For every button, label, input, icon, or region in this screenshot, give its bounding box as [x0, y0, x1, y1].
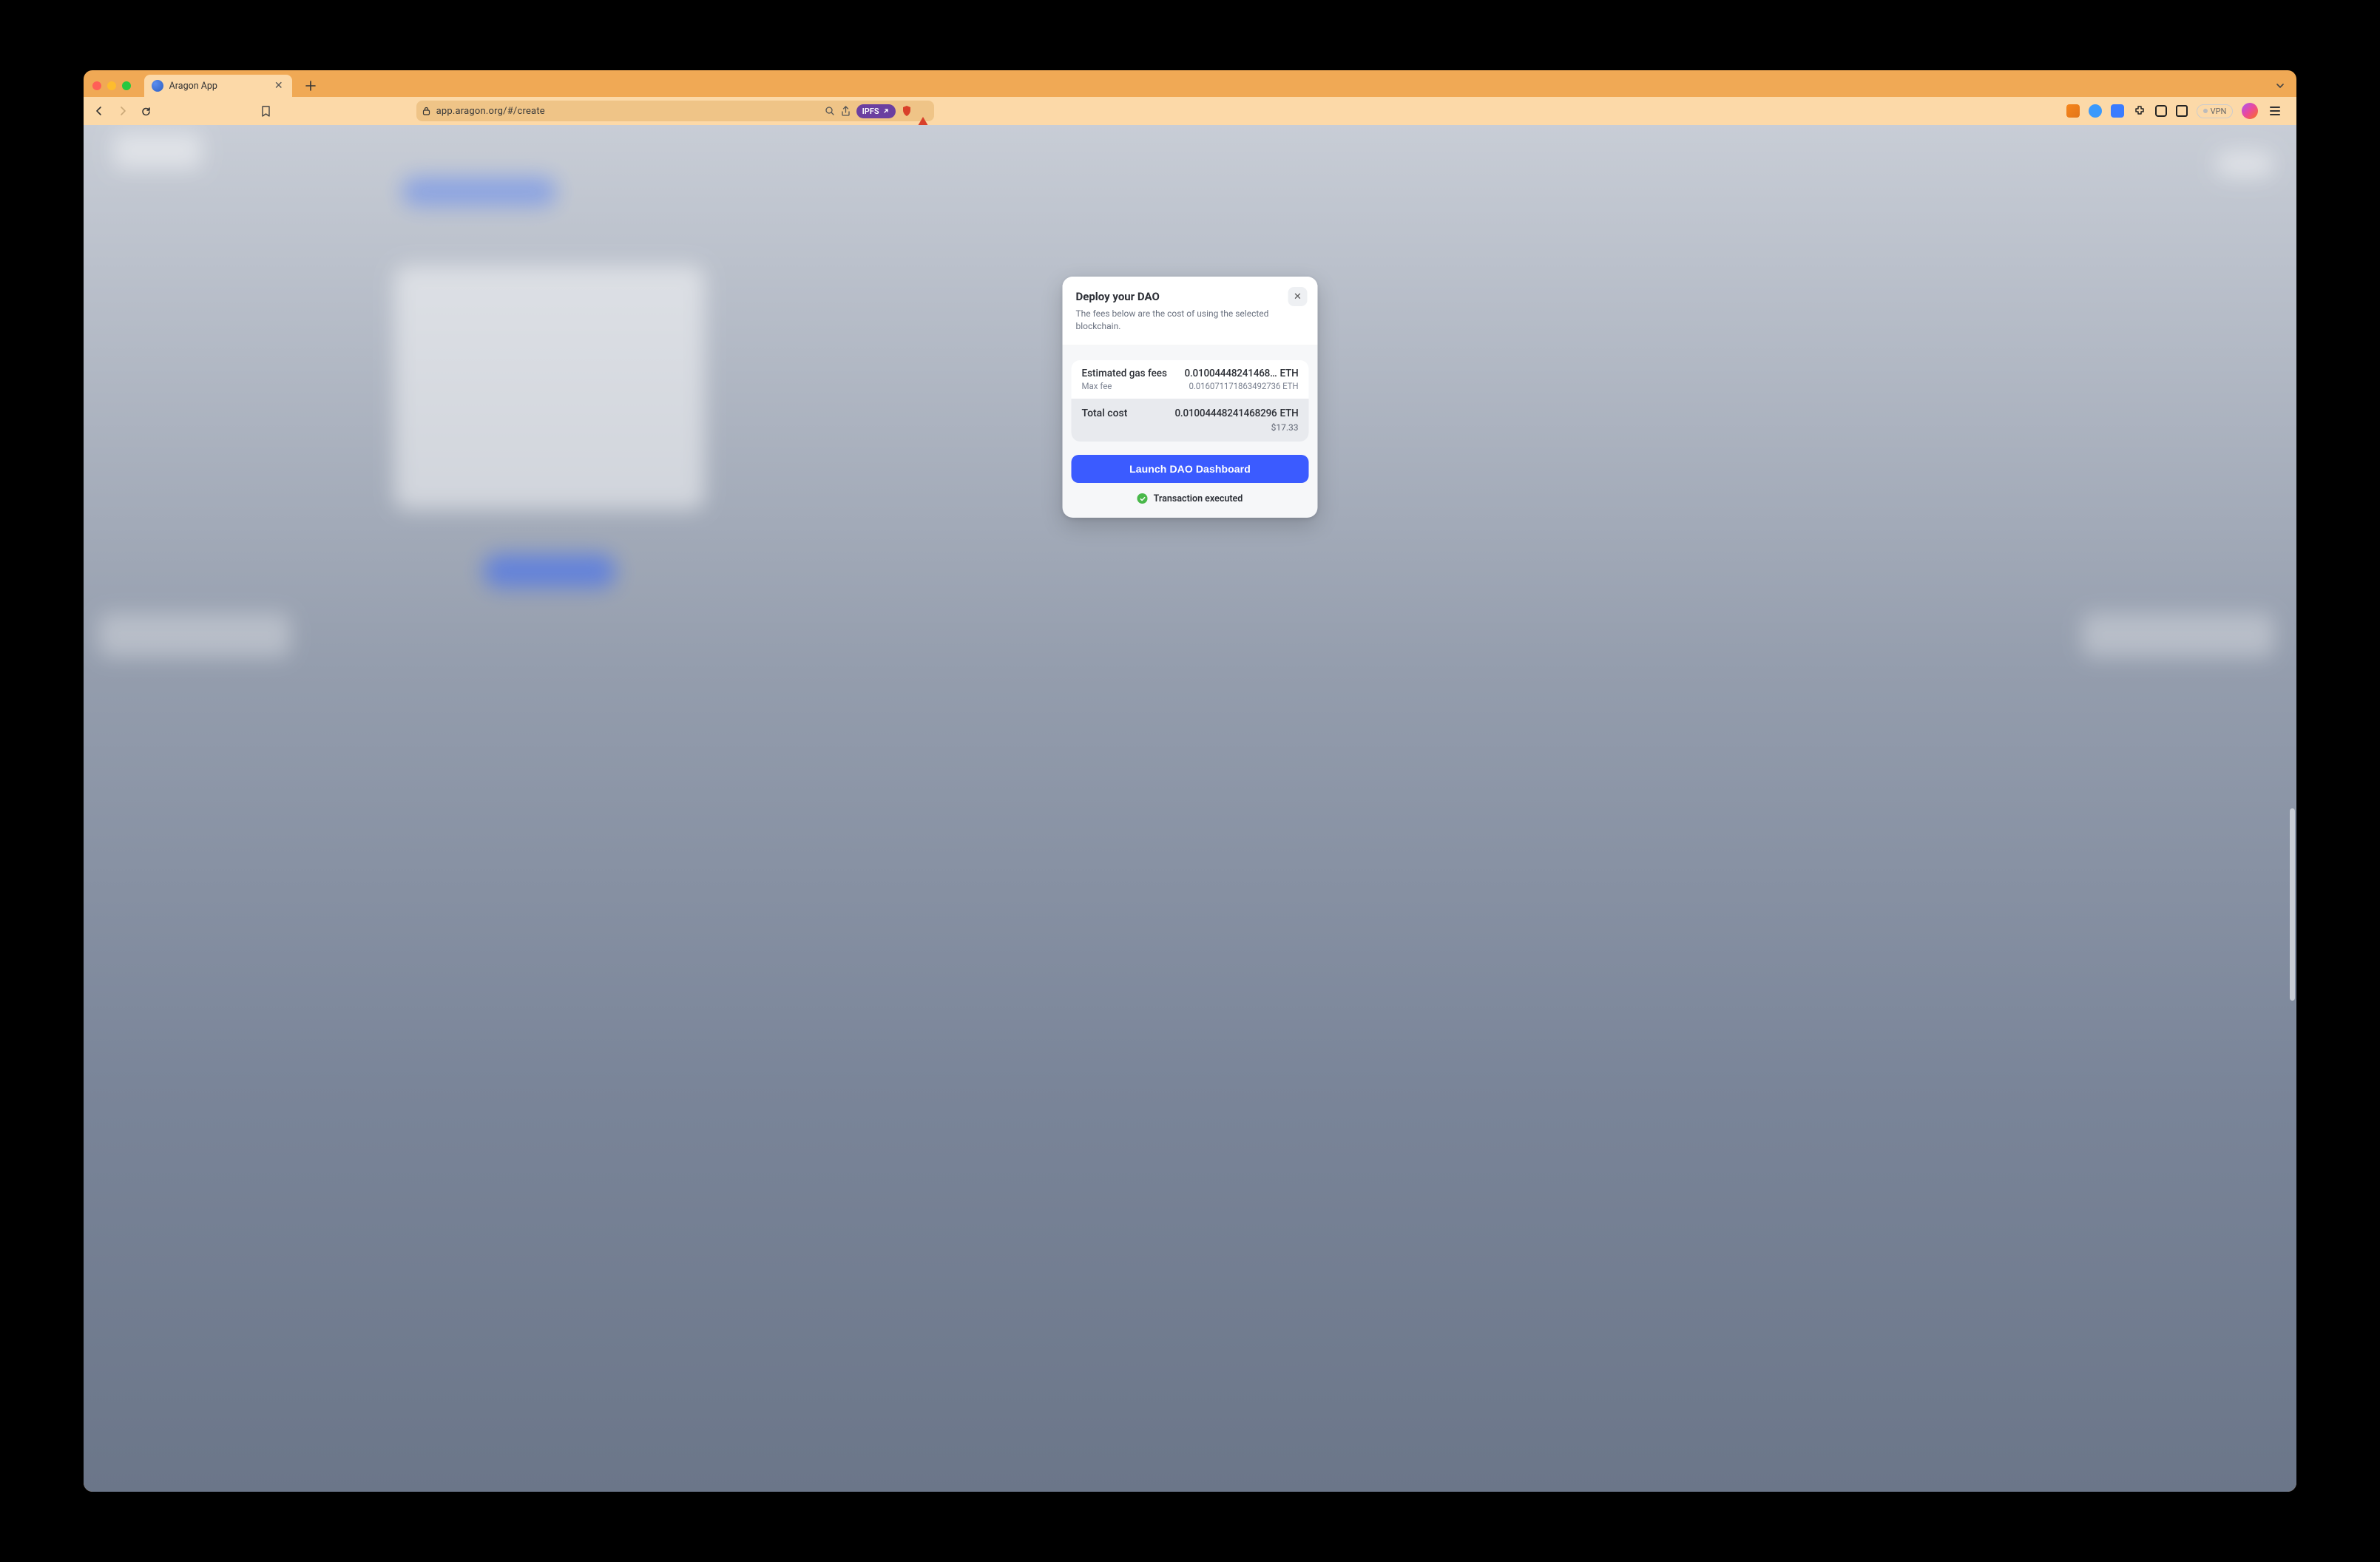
maximize-window-icon[interactable] [122, 81, 131, 90]
gas-currency: ETH [1280, 368, 1299, 379]
success-check-icon [1137, 493, 1148, 504]
sidebar-toggle-icon[interactable] [2155, 105, 2167, 117]
bookmark-icon[interactable] [258, 103, 274, 119]
total-currency: ETH [1280, 408, 1299, 419]
gas-value: 0.01004448241468… ETH [1185, 368, 1299, 379]
transaction-status: Transaction executed [1071, 493, 1308, 504]
close-window-icon[interactable] [92, 81, 101, 90]
extensions-menu-icon[interactable] [2133, 104, 2146, 118]
page-viewport: Deploy your DAO The fees below are the c… [84, 125, 2297, 1492]
modal-header: Deploy your DAO The fees below are the c… [1062, 277, 1317, 345]
tab-bar: Aragon App ✕ [84, 70, 2297, 97]
browser-window: Aragon App ✕ app.aragon.org/#/create [84, 70, 2297, 1492]
new-tab-button[interactable] [301, 76, 320, 95]
close-icon: ✕ [1294, 291, 1302, 302]
deploy-dao-modal: Deploy your DAO The fees below are the c… [1062, 277, 1317, 518]
browser-tab[interactable]: Aragon App ✕ [144, 75, 292, 97]
tab-list-chevron-icon[interactable] [2271, 77, 2289, 95]
modal-body: Estimated gas fees 0.01004448241468… ETH… [1062, 345, 1317, 518]
forward-button[interactable] [115, 103, 131, 119]
fees-card: Estimated gas fees 0.01004448241468… ETH… [1071, 360, 1308, 442]
browser-toolbar: app.aragon.org/#/create IPFS [84, 97, 2297, 125]
window-controls [92, 81, 131, 90]
total-cost-row: Total cost 0.01004448241468296 ETH $17.3… [1071, 399, 1308, 442]
modal-close-button[interactable]: ✕ [1288, 287, 1307, 306]
total-label: Total cost [1081, 408, 1127, 419]
extension-blue-icon[interactable] [2111, 104, 2124, 118]
launch-dashboard-button[interactable]: Launch DAO Dashboard [1071, 455, 1308, 483]
lock-icon [422, 106, 430, 115]
status-text: Transaction executed [1154, 493, 1243, 504]
total-amount: 0.01004448241468296 [1174, 408, 1277, 419]
max-fee-currency: ETH [1282, 381, 1298, 391]
brave-icon[interactable] [918, 106, 928, 117]
url-bar[interactable]: app.aragon.org/#/create IPFS [416, 101, 934, 121]
reload-button[interactable] [138, 103, 155, 119]
extension-metamask-icon[interactable] [2066, 104, 2080, 118]
vpn-badge[interactable]: VPN [2197, 104, 2234, 118]
pip-icon[interactable] [2176, 105, 2188, 117]
max-fee-label: Max fee [1081, 381, 1112, 391]
tab-close-icon[interactable]: ✕ [273, 80, 285, 92]
profile-avatar[interactable] [2242, 103, 2258, 119]
tab-favicon-icon [152, 80, 163, 92]
minimize-window-icon[interactable] [107, 81, 116, 90]
total-value: 0.01004448241468296 ETH [1174, 408, 1298, 419]
url-text: app.aragon.org/#/create [436, 106, 819, 117]
vpn-label: VPN [2211, 106, 2227, 116]
zoom-icon[interactable] [825, 106, 835, 116]
gas-amount: 0.01004448241468… [1185, 368, 1277, 379]
max-fee-value: 0.016071171863492736 ETH [1189, 381, 1298, 391]
modal-title: Deploy your DAO [1075, 290, 1304, 303]
scrollbar[interactable] [2290, 808, 2295, 1001]
main-menu-icon[interactable] [2267, 104, 2283, 118]
back-button[interactable] [91, 103, 107, 119]
gas-label: Estimated gas fees [1081, 368, 1167, 379]
shield-icon[interactable] [902, 105, 912, 117]
max-fee-amount: 0.016071171863492736 [1189, 381, 1280, 391]
share-icon[interactable] [841, 106, 851, 117]
gas-fees-row: Estimated gas fees 0.01004448241468… ETH… [1071, 360, 1308, 399]
ipfs-badge-label: IPFS [862, 106, 879, 116]
ipfs-badge[interactable]: IPFS [856, 104, 896, 118]
extension-walletconnect-icon[interactable] [2089, 104, 2102, 118]
extensions-row: VPN [2066, 103, 2284, 119]
tab-title: Aragon App [169, 81, 267, 92]
modal-subtitle: The fees below are the cost of using the… [1075, 308, 1281, 333]
total-usd: $17.33 [1081, 422, 1298, 433]
